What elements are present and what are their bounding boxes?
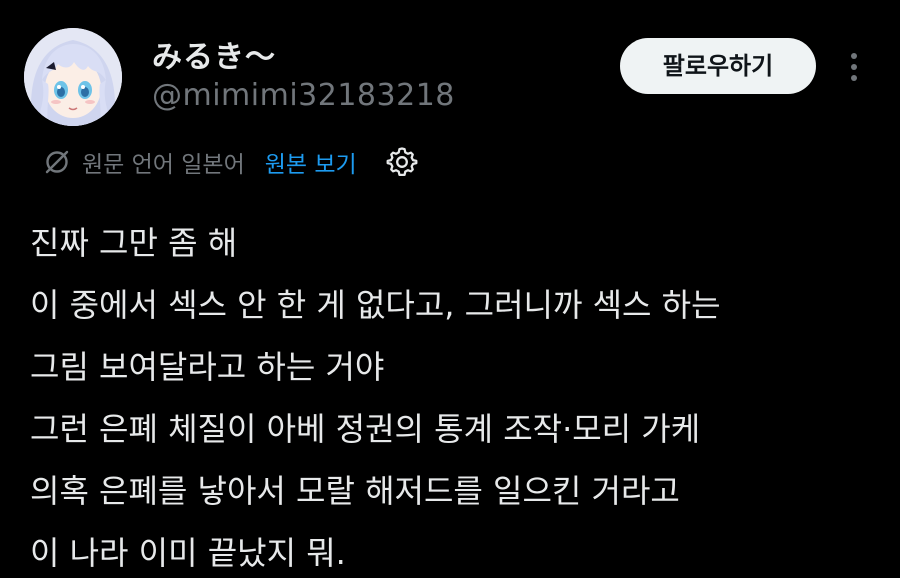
tweet-card: みるき〜 @mimimi32183218 팔로우하기 원문 언어 일본어 원본 …: [0, 0, 900, 578]
more-vertical-icon[interactable]: [842, 50, 866, 84]
anime-girl-avatar-icon: [24, 28, 122, 126]
avatar[interactable]: [24, 28, 122, 126]
follow-button[interactable]: 팔로우하기: [620, 38, 816, 94]
tweet-line: 그런 은폐 체질이 아베 정권의 통계 조작·모리 가케: [30, 410, 701, 448]
gear-icon[interactable]: [385, 145, 419, 179]
display-name[interactable]: みるき〜: [152, 32, 276, 76]
translation-bar: 원문 언어 일본어 원본 보기: [44, 140, 419, 184]
tweet-line: 이 중에서 섹스 안 한 게 없다고, 그러니까 섹스 하는: [30, 286, 721, 324]
tweet-line: 의혹 은폐를 낳아서 모랄 해저드를 일으킨 거라고: [30, 472, 680, 510]
tweet-text: 진짜 그만 좀 해 이 중에서 섹스 안 한 게 없다고, 그러니까 섹스 하는…: [30, 212, 721, 578]
view-original-link[interactable]: 원본 보기: [265, 145, 357, 179]
tweet-line: 이 나라 이미 끝났지 뭐.: [30, 534, 346, 572]
tweet-line: 진짜 그만 좀 해: [30, 224, 238, 262]
tweet-line: 그림 보여달라고 하는 거야: [30, 348, 385, 386]
translate-icon: [45, 150, 69, 174]
user-handle[interactable]: @mimimi32183218: [152, 78, 455, 113]
source-language-label: 원문 언어 일본어: [82, 152, 245, 178]
